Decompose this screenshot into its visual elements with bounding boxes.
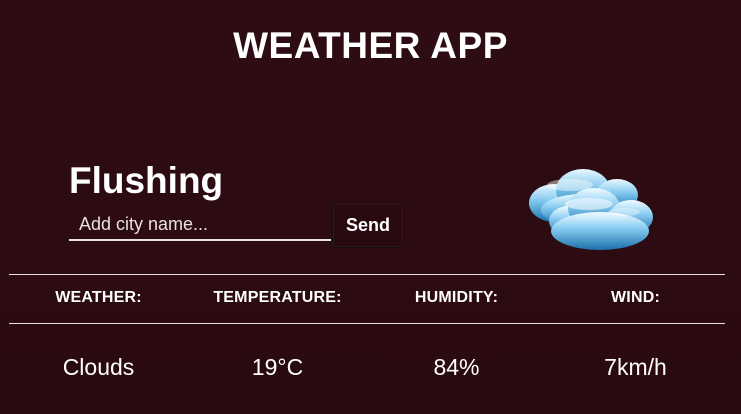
temperature-value: 19°C [251,354,304,380]
humidity-header: HUMIDITY: [414,289,499,306]
send-button[interactable]: Send [332,202,404,248]
weather-value: Clouds [62,354,135,380]
weather-header: WEATHER: [55,289,142,306]
city-search-input[interactable] [69,210,331,241]
temperature-header: TEMPERATURE: [213,289,342,306]
app-title: WEATHER APP [233,25,508,66]
cloud-icon [522,160,670,258]
wind-value: 7km/h [604,354,667,380]
weather-details-values: Clouds 19°C 84% 7km/h [9,354,725,381]
weather-app: WEATHER APP Flushing Send [0,0,741,414]
wind-header: WIND: [611,289,660,306]
humidity-value: 84% [433,354,480,380]
details-bottom-divider [9,323,725,324]
city-name: Flushing [69,160,224,201]
weather-details-headers: WEATHER: TEMPERATURE: HUMIDITY: WIND: [9,289,725,307]
details-top-divider [9,274,725,275]
